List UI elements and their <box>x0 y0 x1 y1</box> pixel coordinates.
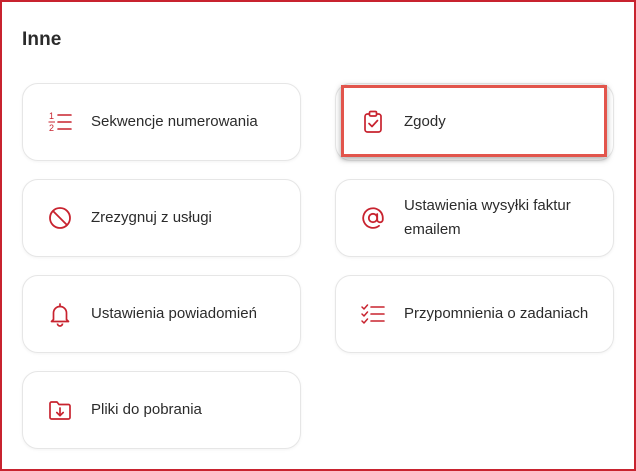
card-consents[interactable]: Zgody <box>335 83 614 161</box>
section-title: Inne <box>22 29 62 50</box>
card-label: Sekwencje numerowania <box>91 113 258 130</box>
card-numbering-sequences[interactable]: 1 2 Sekwencje numerowania <box>22 83 301 161</box>
card-cancel-service[interactable]: Zrezygnuj z usługi <box>22 179 301 257</box>
svg-text:2: 2 <box>49 123 54 133</box>
svg-text:1: 1 <box>49 111 54 121</box>
card-label: Ustawienia wysyłki faktur emailem <box>404 197 571 238</box>
checklist-icon <box>360 301 386 327</box>
card-downloads[interactable]: Pliki do pobrania <box>22 371 301 449</box>
card-label: Zgody <box>404 113 446 130</box>
at-sign-icon <box>360 205 386 231</box>
bell-icon <box>47 301 73 327</box>
card-task-reminders[interactable]: Przypomnienia o zadaniach <box>335 275 614 353</box>
card-label: Ustawienia powiadomień <box>91 305 257 322</box>
folder-download-icon <box>47 397 73 423</box>
clipboard-check-icon <box>360 109 386 135</box>
prohibited-icon <box>47 205 73 231</box>
card-invoice-email-settings[interactable]: Ustawienia wysyłki faktur emailem <box>335 179 614 257</box>
card-label: Pliki do pobrania <box>91 401 202 418</box>
numbered-list-icon: 1 2 <box>47 109 73 135</box>
card-notification-settings[interactable]: Ustawienia powiadomień <box>22 275 301 353</box>
card-label: Przypomnienia o zadaniach <box>404 305 589 322</box>
settings-panel: Inne 1 2 Sekwencje numerowania Zgody Zre… <box>0 0 636 471</box>
card-label: Zrezygnuj z usługi <box>91 209 212 226</box>
